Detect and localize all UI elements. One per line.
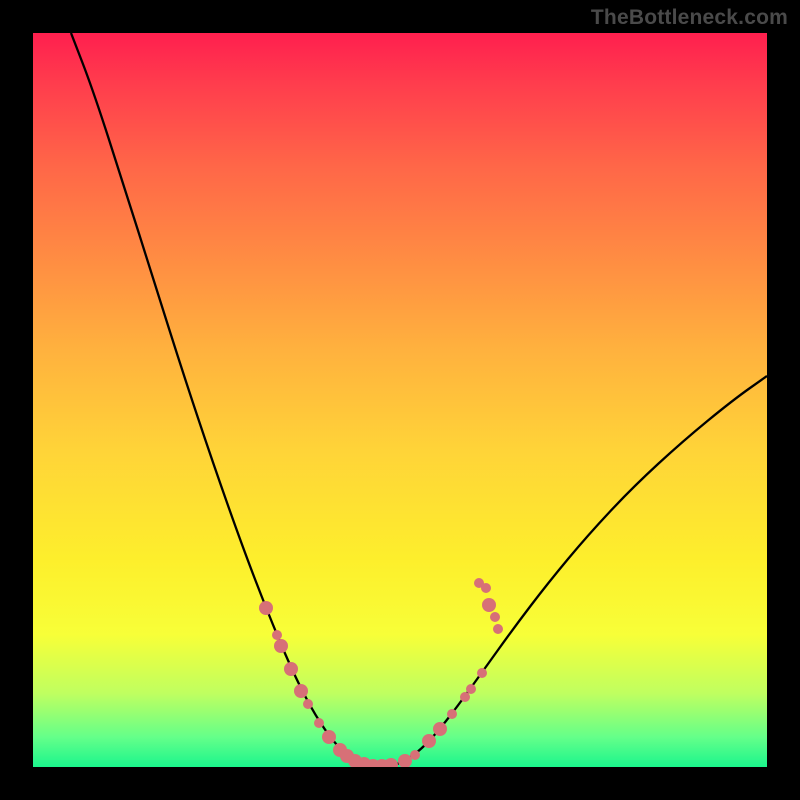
marker-cluster-left <box>259 601 398 767</box>
data-marker <box>410 750 420 760</box>
data-marker <box>422 734 436 748</box>
data-marker <box>259 601 273 615</box>
data-marker <box>447 709 457 719</box>
data-marker <box>490 612 500 622</box>
data-marker <box>274 639 288 653</box>
data-marker <box>384 758 398 767</box>
data-marker <box>272 630 282 640</box>
data-marker <box>314 718 324 728</box>
data-marker <box>294 684 308 698</box>
data-marker <box>322 730 336 744</box>
watermark-text: TheBottleneck.com <box>591 6 788 30</box>
chart-frame: TheBottleneck.com <box>0 0 800 800</box>
data-marker <box>433 722 447 736</box>
data-marker <box>466 684 476 694</box>
data-marker <box>482 598 496 612</box>
data-marker <box>477 668 487 678</box>
bottleneck-curve <box>71 33 767 767</box>
data-marker <box>303 699 313 709</box>
data-marker <box>493 624 503 634</box>
data-marker <box>481 583 491 593</box>
data-marker <box>284 662 298 676</box>
plot-area <box>33 33 767 767</box>
data-marker <box>398 754 412 767</box>
marker-cluster-right <box>398 578 503 767</box>
data-marker <box>460 692 470 702</box>
bottleneck-curve-svg <box>33 33 767 767</box>
